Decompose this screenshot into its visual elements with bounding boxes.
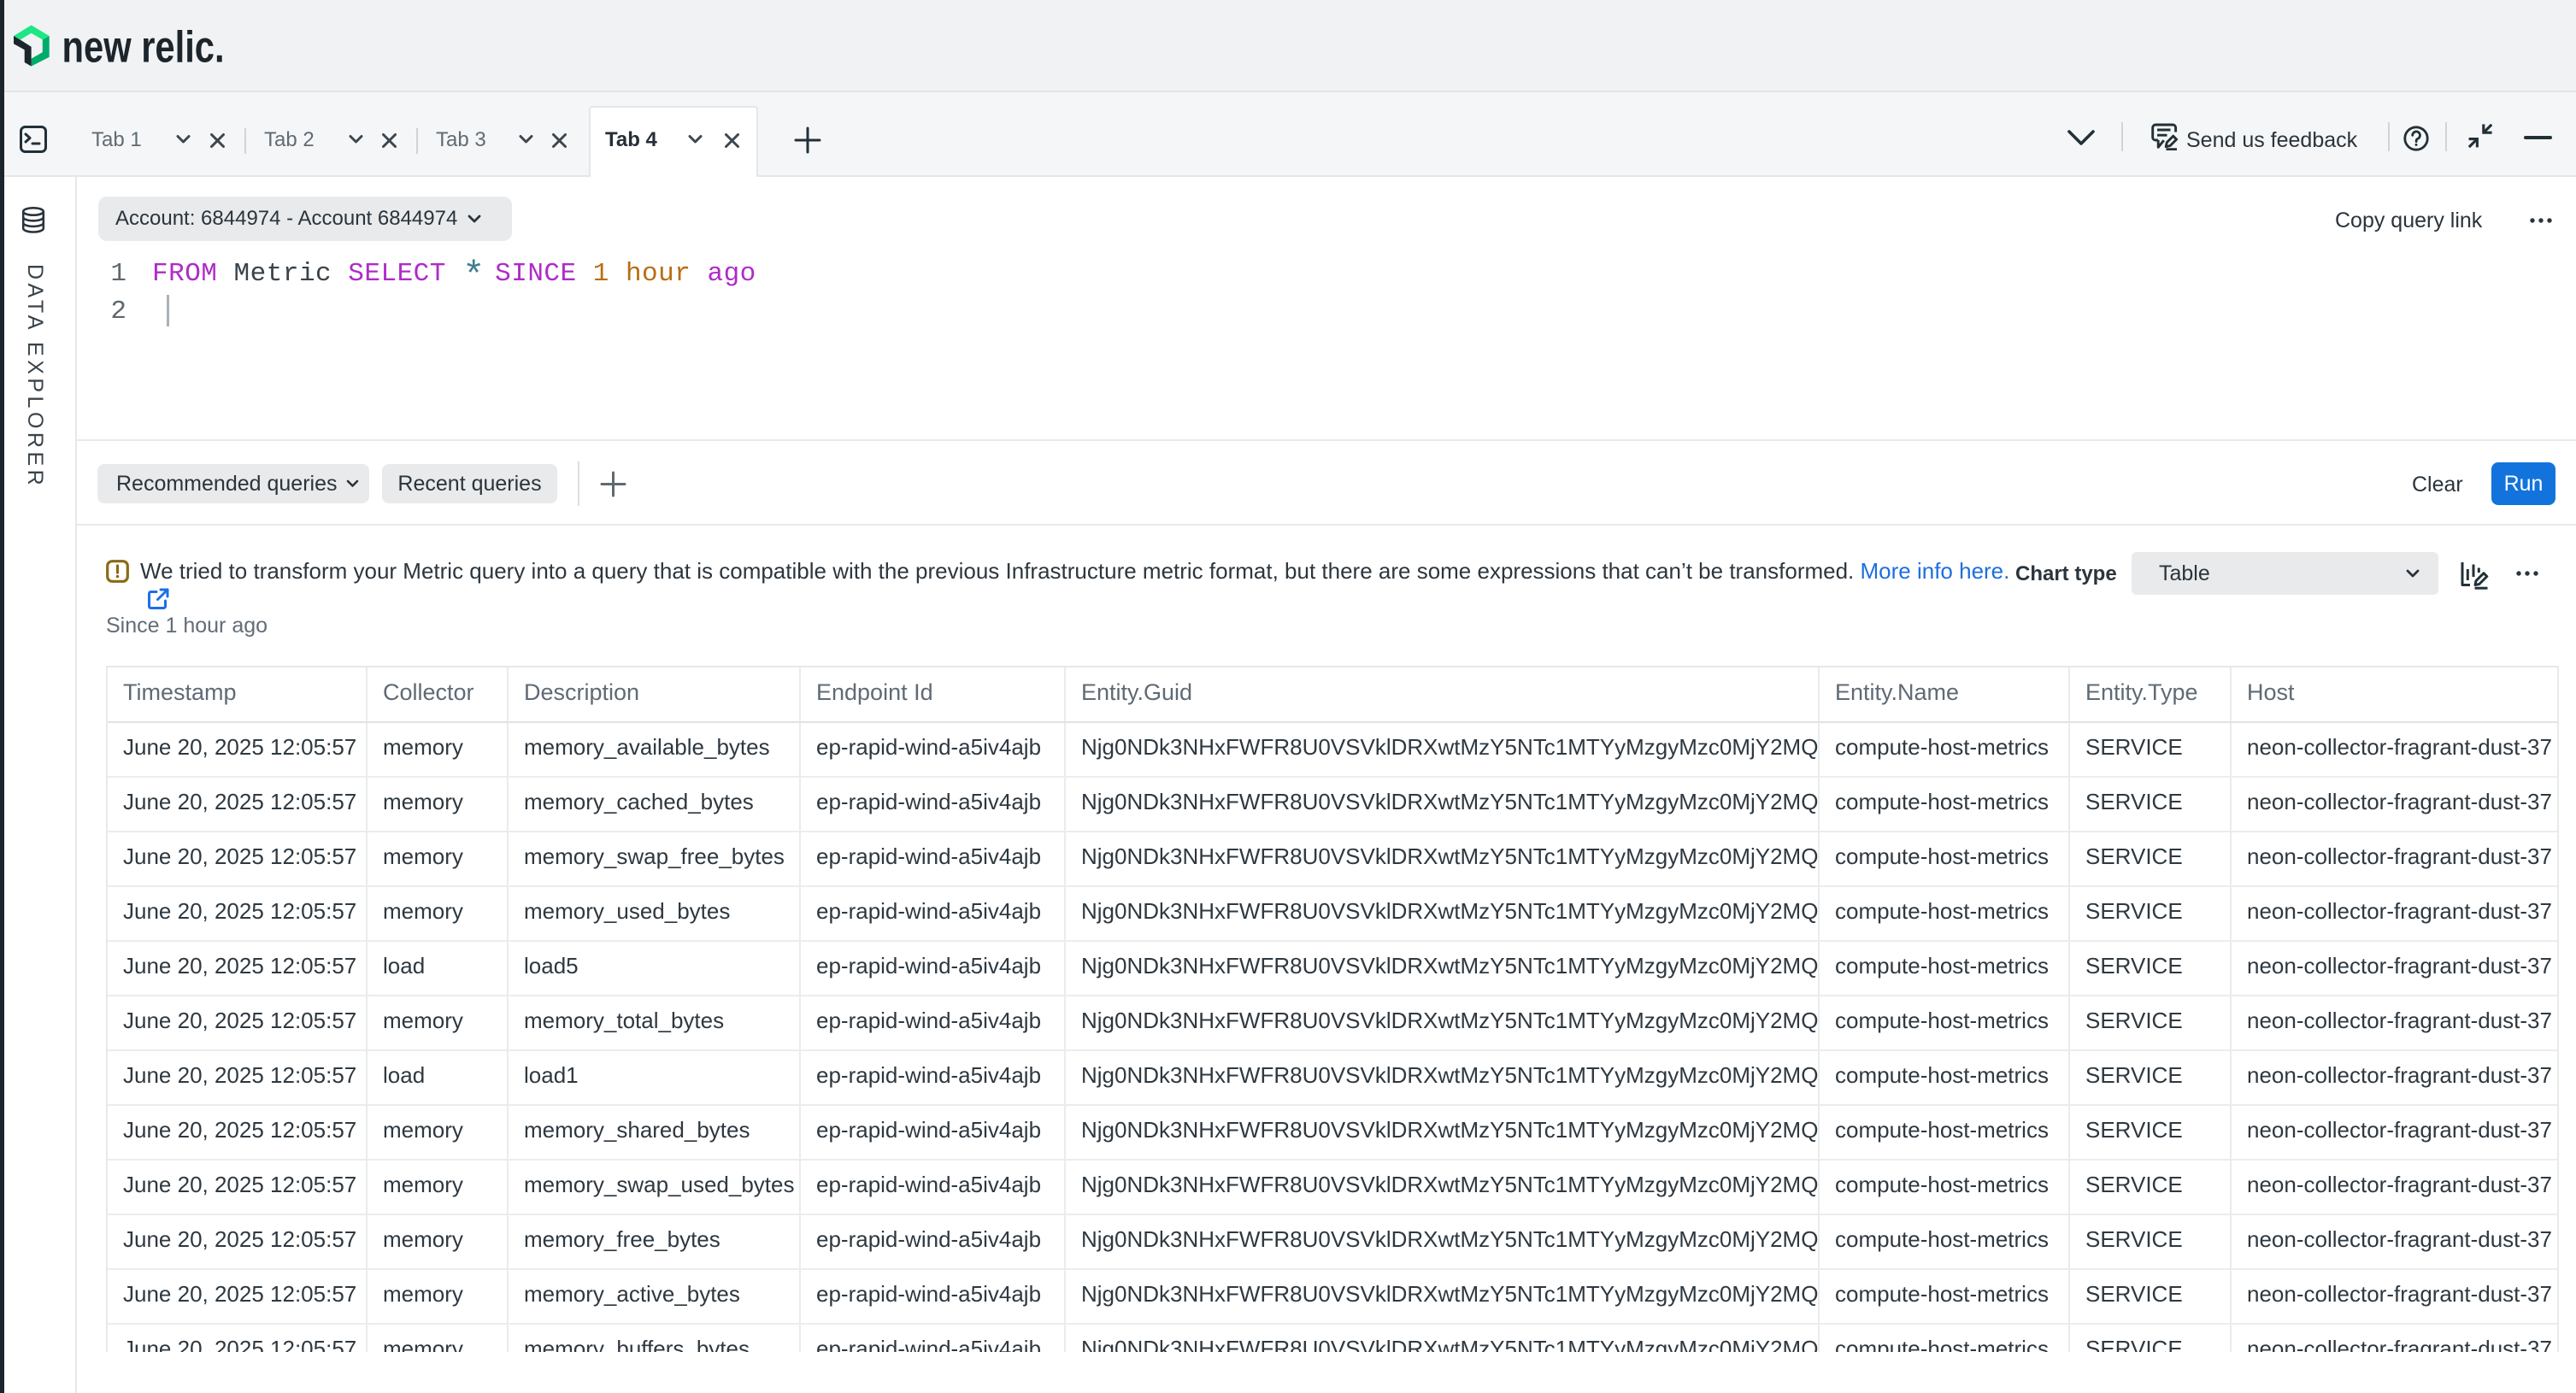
- svg-text:new relic.: new relic.: [62, 25, 225, 68]
